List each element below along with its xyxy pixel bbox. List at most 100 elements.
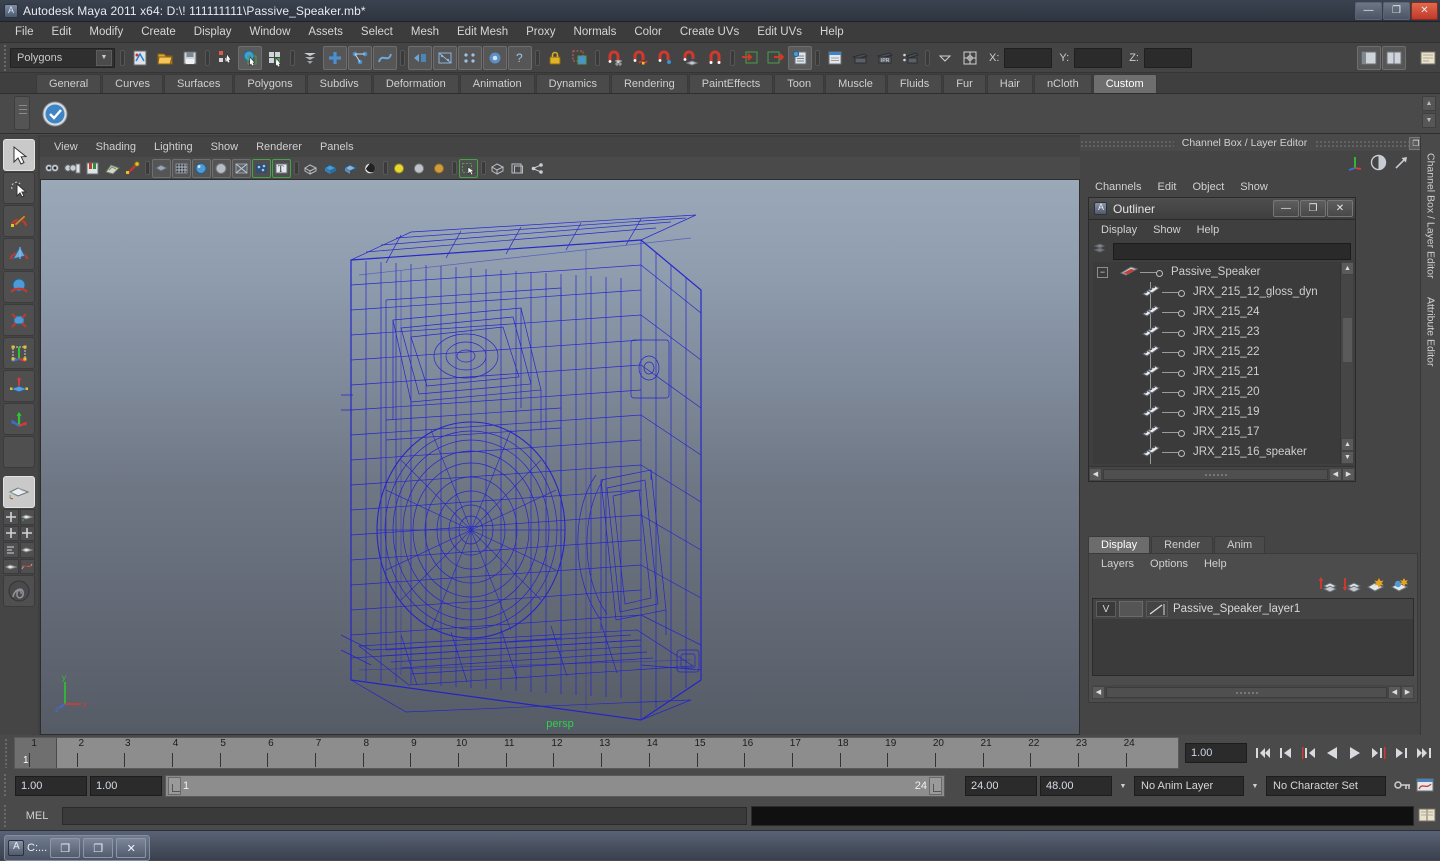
h-scrollbar-thumb[interactable] bbox=[1103, 468, 1328, 480]
outliner-row-6[interactable]: JRX_215_19 bbox=[1093, 402, 1353, 422]
menu-select[interactable]: Select bbox=[352, 24, 402, 40]
four-view-layout-group[interactable] bbox=[3, 509, 35, 541]
scroll-up-button[interactable]: ▲ bbox=[1341, 262, 1353, 275]
go-to-end-button[interactable] bbox=[1414, 743, 1434, 763]
shelf-tab-general[interactable]: General bbox=[36, 74, 102, 93]
show-hide-ui-elements-icon[interactable] bbox=[1357, 45, 1381, 70]
display-layer-list[interactable]: V Passive_Speaker_layer1 bbox=[1092, 598, 1414, 676]
y-coordinate-input[interactable] bbox=[1074, 47, 1123, 68]
light-yellow-icon[interactable] bbox=[390, 159, 409, 178]
go-to-start-button[interactable] bbox=[1253, 743, 1273, 763]
outliner-row-4[interactable]: JRX_215_21 bbox=[1093, 362, 1353, 382]
selection-mask-all-icon[interactable] bbox=[298, 46, 322, 70]
shelf-tab-dynamics[interactable]: Dynamics bbox=[535, 74, 610, 93]
command-language-label[interactable]: MEL bbox=[16, 810, 58, 822]
shelf-tab-hair[interactable]: Hair bbox=[986, 74, 1033, 93]
scroll-down-button[interactable]: ▼ bbox=[1341, 451, 1353, 464]
outliner-row-5[interactable]: JRX_215_20 bbox=[1093, 382, 1353, 402]
filter-icon[interactable] bbox=[1093, 243, 1109, 259]
lock-icon[interactable] bbox=[543, 46, 567, 70]
outliner-row-7[interactable]: JRX_215_17 bbox=[1093, 422, 1353, 442]
outliner-row-1[interactable]: JRX_215_24 bbox=[1093, 302, 1353, 322]
snap-magnet-view-icon[interactable] bbox=[703, 46, 727, 70]
shelf-tab-rendering[interactable]: Rendering bbox=[610, 74, 688, 93]
show-manipulator-tool-icon[interactable] bbox=[3, 403, 35, 435]
animation-preferences-icon[interactable] bbox=[1416, 777, 1434, 796]
range-start-handle[interactable] bbox=[168, 777, 181, 795]
restore-button[interactable]: ❐ bbox=[1383, 1, 1410, 20]
shelf-tab-toon[interactable]: Toon bbox=[774, 74, 825, 93]
menu-normals[interactable]: Normals bbox=[565, 24, 626, 40]
rotate-tool-icon[interactable] bbox=[3, 271, 35, 303]
menu-edit[interactable]: Edit bbox=[43, 24, 81, 40]
snap-magnet-grid-icon[interactable] bbox=[603, 46, 627, 70]
help-question-icon[interactable]: ? bbox=[508, 45, 532, 70]
shelf-tab-fur[interactable]: Fur bbox=[943, 74, 986, 93]
exposure-cube-icon[interactable] bbox=[488, 159, 507, 178]
xray-joints-icon[interactable] bbox=[321, 159, 340, 178]
hardware-texturing-icon[interactable] bbox=[252, 158, 271, 178]
menu-window[interactable]: Window bbox=[240, 24, 299, 40]
shelf-tab-polygons[interactable]: Polygons bbox=[234, 74, 306, 93]
outliner-minimize-button[interactable]: — bbox=[1273, 200, 1299, 217]
ipr-render-icon[interactable] bbox=[433, 45, 457, 70]
lasso-tool-icon[interactable] bbox=[3, 172, 35, 204]
outliner-row-9[interactable]: JRX_215_15 bbox=[1093, 462, 1353, 464]
layout-persp-graph-icon[interactable] bbox=[3, 558, 19, 574]
selection-mode-dropdown[interactable]: Polygons ▼ bbox=[10, 47, 115, 68]
ipr-playblast-icon[interactable]: IPR bbox=[873, 46, 897, 70]
select-by-object-type-icon[interactable] bbox=[238, 45, 262, 70]
expand-collapse-toggle[interactable]: − bbox=[1097, 266, 1108, 278]
marquee-select-icon[interactable] bbox=[568, 46, 592, 70]
panel-drag-dots[interactable] bbox=[1080, 139, 1174, 147]
menu-display[interactable]: Display bbox=[185, 24, 241, 40]
viewport-menu-renderer[interactable]: Renderer bbox=[248, 140, 310, 154]
snap-magnet-point-icon[interactable] bbox=[653, 46, 677, 70]
outliner-menu-display[interactable]: Display bbox=[1094, 223, 1144, 237]
side-tab-attribute-editor[interactable]: Attribute Editor bbox=[1425, 297, 1437, 366]
range-slider-grip[interactable] bbox=[0, 774, 12, 798]
maya-embedded-help-icon[interactable] bbox=[1416, 46, 1440, 70]
menu-assets[interactable]: Assets bbox=[299, 24, 352, 40]
viewport-menu-show[interactable]: Show bbox=[203, 140, 247, 154]
animation-start-time-field[interactable]: 1.00 bbox=[15, 776, 87, 796]
animation-end-time-field[interactable]: 1.00 bbox=[90, 776, 162, 796]
layer-scroll-right[interactable]: ▶ bbox=[1401, 685, 1414, 699]
tab-display[interactable]: Display bbox=[1088, 536, 1151, 553]
channelbox-menu-object[interactable]: Object bbox=[1185, 180, 1231, 194]
menu-mesh[interactable]: Mesh bbox=[402, 24, 448, 40]
save-scene-icon[interactable] bbox=[178, 46, 202, 70]
step-forward-key-button[interactable] bbox=[1391, 743, 1411, 763]
side-tab-channel-box[interactable]: Channel Box / Layer Editor bbox=[1425, 153, 1437, 279]
anim-layer-chevron-icon[interactable]: ▼ bbox=[1115, 776, 1131, 796]
create-new-layer-icon[interactable] bbox=[1366, 576, 1385, 595]
shaded-display-icon[interactable] bbox=[152, 158, 171, 178]
shelf-tab-deformation[interactable]: Deformation bbox=[372, 74, 459, 93]
checkerboard-icon[interactable] bbox=[361, 159, 380, 178]
play-forwards-button[interactable] bbox=[1345, 743, 1365, 763]
toggle-panels-icon[interactable] bbox=[1382, 45, 1406, 70]
paint-effects-brush-icon[interactable] bbox=[3, 575, 35, 607]
bookmarks-icon[interactable] bbox=[83, 159, 102, 178]
anim-layer-dropdown[interactable]: No Anim Layer bbox=[1134, 776, 1244, 796]
light-grey-icon[interactable] bbox=[410, 159, 429, 178]
outliner-row-0[interactable]: JRX_215_12_gloss_dyn bbox=[1093, 282, 1353, 302]
isolate-select-icon[interactable] bbox=[301, 159, 320, 178]
menu-create[interactable]: Create bbox=[132, 24, 185, 40]
command-line-grip[interactable] bbox=[0, 805, 12, 827]
scroll-right-button[interactable]: ▶ bbox=[1342, 467, 1355, 481]
outliner-row-3[interactable]: JRX_215_22 bbox=[1093, 342, 1353, 362]
scroll-left-button[interactable]: ◀ bbox=[1089, 467, 1102, 481]
playback-end-time-field[interactable]: 48.00 bbox=[1040, 776, 1112, 796]
auto-key-icon[interactable] bbox=[1393, 777, 1413, 796]
taskbar-maximize-button[interactable]: ❐ bbox=[83, 838, 114, 858]
taskbar-close-button[interactable]: ✕ bbox=[116, 838, 147, 858]
shelf-tab-curves[interactable]: Curves bbox=[102, 74, 163, 93]
shelf-scroll-buttons[interactable]: ▲ ▼ bbox=[1422, 96, 1436, 128]
select-tool-icon[interactable] bbox=[3, 139, 35, 171]
shelf-item-check-icon[interactable] bbox=[40, 99, 70, 129]
arrow-up-right-icon[interactable] bbox=[1393, 154, 1410, 174]
play-backwards-button[interactable] bbox=[1322, 743, 1342, 763]
single-perspective-layout-icon[interactable] bbox=[3, 476, 35, 508]
wireframe-on-shaded-icon[interactable] bbox=[172, 158, 191, 178]
